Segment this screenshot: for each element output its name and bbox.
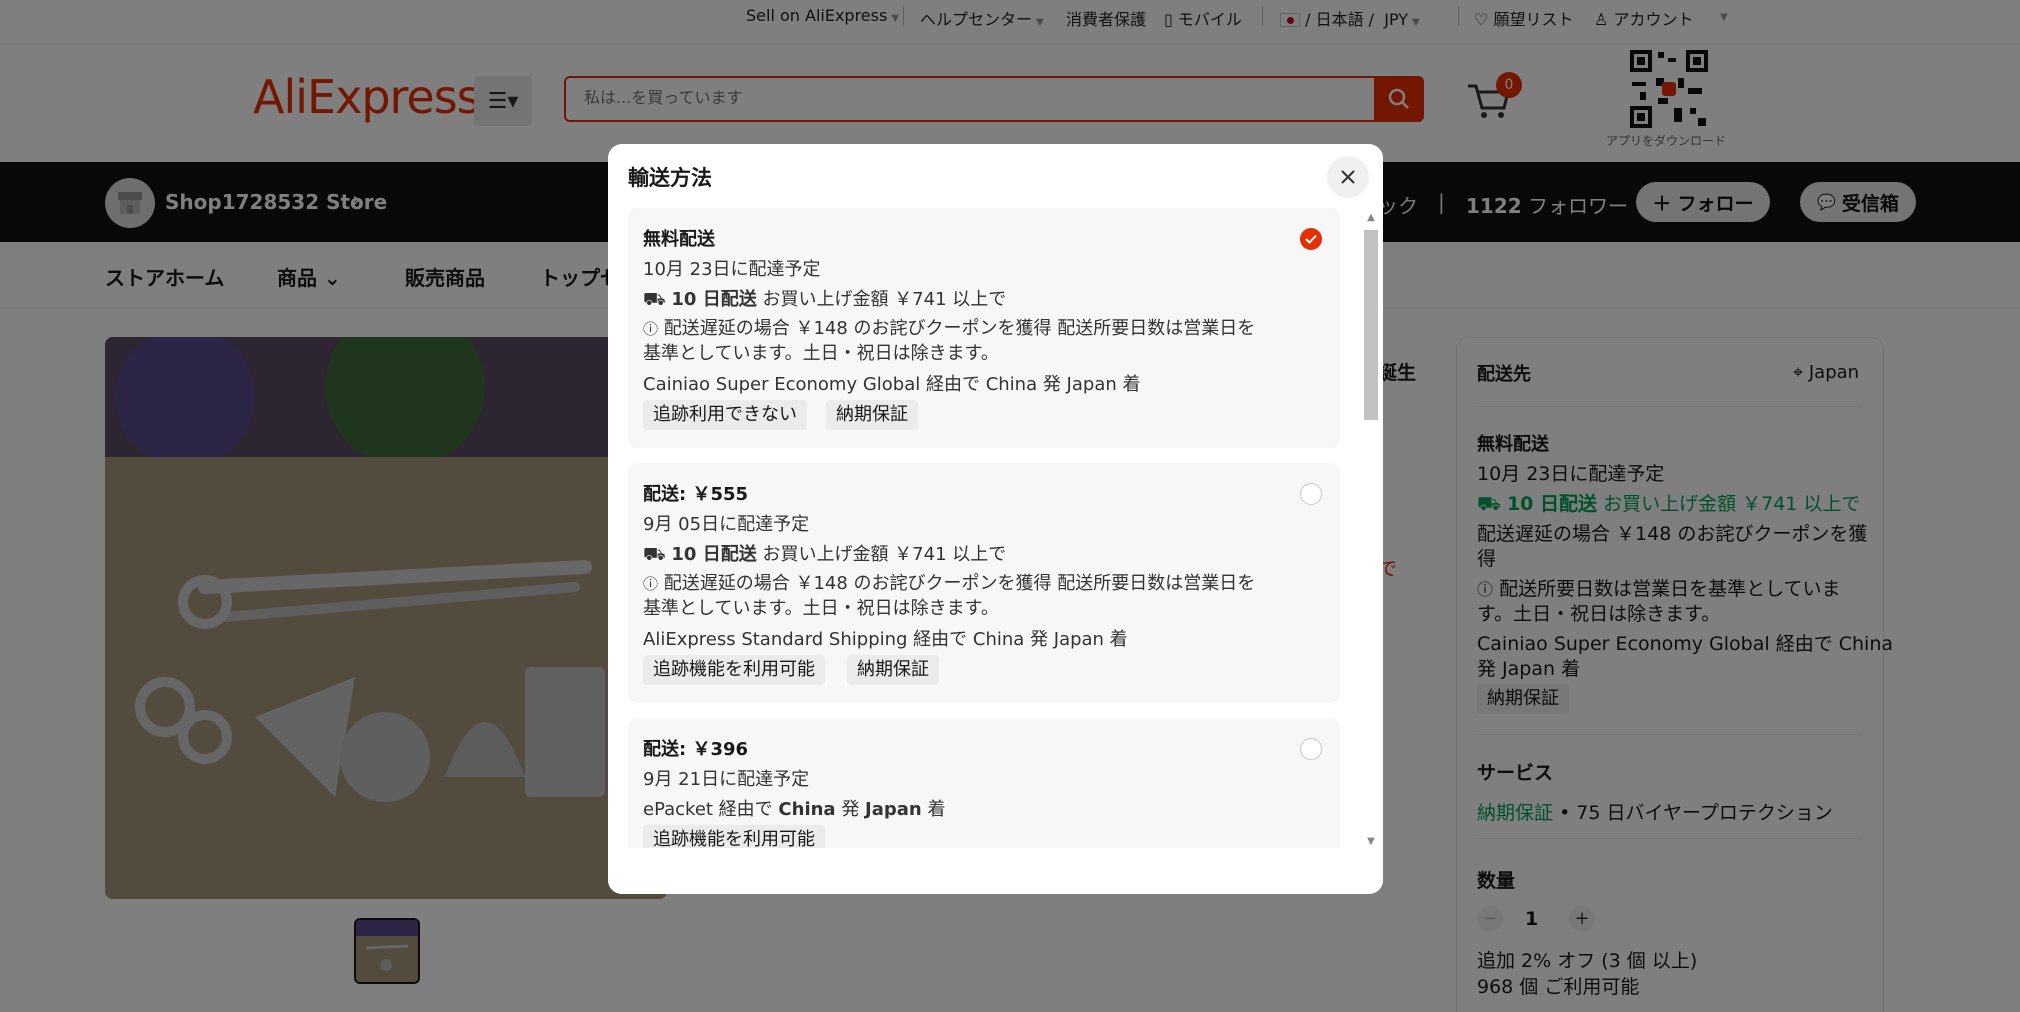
- help-circle-icon: ⓘ: [643, 320, 659, 338]
- option-price: 無料配送: [643, 229, 715, 250]
- modal-title: 輸送方法: [628, 166, 712, 190]
- option-coupon-text-1: ⓘ 配送遅延の場合 ￥148 のお詫びクーポンを獲得 配送所要日数は営業日を: [643, 573, 1256, 594]
- option-price: 配送: ￥396: [643, 739, 749, 760]
- option-delivery-date: 9月 21日に配達予定: [643, 769, 810, 790]
- option-fast-delivery: ⛟ 10 日配送 お買い上げ金額 ￥741 以上で: [643, 544, 1007, 565]
- shipping-option-555[interactable]: 配送: ￥555 9月 05日に配達予定 ⛟ 10 日配送 お買い上げ金額 ￥7…: [628, 463, 1340, 703]
- close-icon: [1341, 170, 1355, 184]
- scroll-down-arrow-icon[interactable]: ▼: [1364, 836, 1378, 847]
- guarantee-tag: 納期保証: [826, 400, 918, 430]
- option-coupon-text-2: 基準としています。土日・祝日は除きます。: [643, 343, 999, 364]
- option-radio[interactable]: [1300, 738, 1322, 760]
- option-delivery-date: 10月 23日に配達予定: [643, 259, 821, 280]
- scroll-up-arrow-icon[interactable]: ▲: [1364, 212, 1378, 223]
- option-price: 配送: ￥555: [643, 484, 749, 505]
- option-carrier: ePacket 経由で China 発 Japan 着: [643, 799, 946, 820]
- shipping-option-free[interactable]: 無料配送 10月 23日に配達予定 ⛟ 10 日配送 お買い上げ金額 ￥741 …: [628, 208, 1340, 448]
- option-coupon-text-2: 基準としています。土日・祝日は除きます。: [643, 598, 999, 619]
- close-button[interactable]: [1327, 156, 1369, 198]
- option-radio-selected[interactable]: [1300, 228, 1322, 250]
- tracking-tag: 追跡利用できない: [643, 400, 807, 430]
- modal-scrollbar-thumb[interactable]: [1364, 230, 1378, 420]
- help-circle-icon: ⓘ: [643, 575, 659, 593]
- option-carrier: Cainiao Super Economy Global 経由で China 発…: [643, 374, 1141, 395]
- option-delivery-date: 9月 05日に配達予定: [643, 514, 810, 535]
- guarantee-tag: 納期保証: [847, 655, 939, 685]
- option-coupon-text-1: ⓘ 配送遅延の場合 ￥148 のお詫びクーポンを獲得 配送所要日数は営業日を: [643, 318, 1256, 339]
- shipping-method-modal: 輸送方法 無料配送 10月 23日に配達予定 ⛟ 10 日配送 お買い上げ金額 …: [608, 144, 1383, 894]
- option-fast-delivery: ⛟ 10 日配送 お買い上げ金額 ￥741 以上で: [643, 289, 1007, 310]
- shipping-option-396[interactable]: 配送: ￥396 9月 21日に配達予定 ePacket 経由で China 発…: [628, 718, 1340, 848]
- tracking-tag: 追跡機能を利用可能: [643, 655, 825, 685]
- option-carrier: AliExpress Standard Shipping 経由で China 発…: [643, 629, 1128, 650]
- modal-footer: [608, 850, 1383, 894]
- check-icon: [1305, 234, 1317, 244]
- tracking-tag: 追跡機能を利用可能: [643, 825, 825, 848]
- truck-icon: ⛟: [643, 544, 666, 565]
- truck-icon: ⛟: [643, 289, 666, 310]
- option-radio[interactable]: [1300, 483, 1322, 505]
